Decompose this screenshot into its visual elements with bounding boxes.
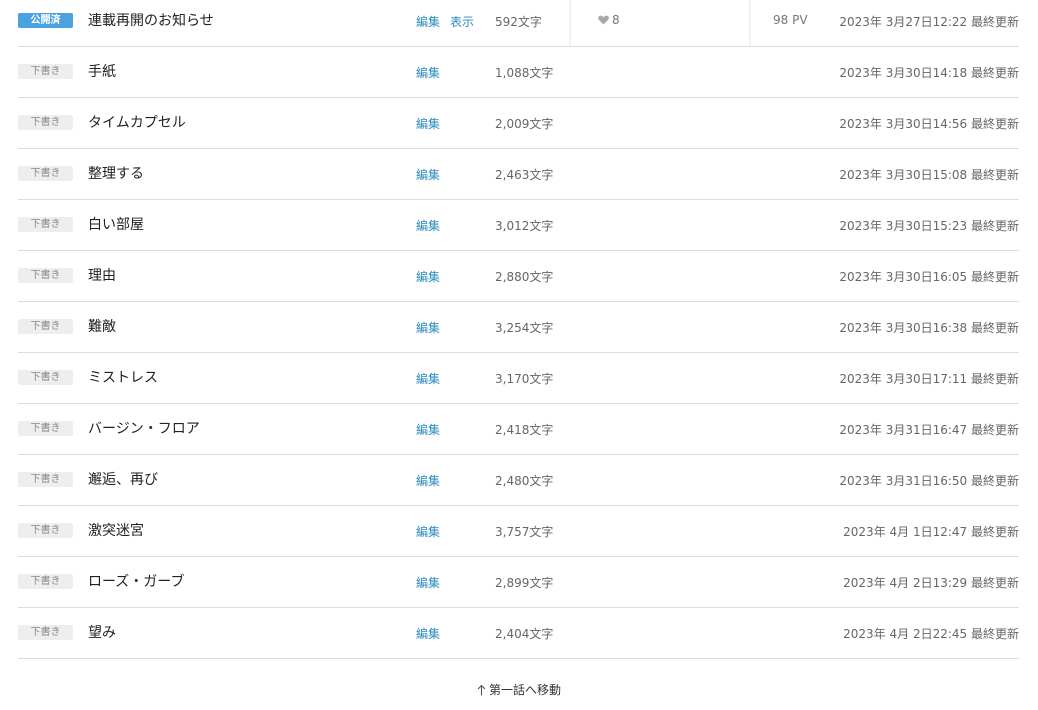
episode-title: ミストレス	[88, 370, 158, 386]
episode-title: 邂逅、再び	[88, 472, 158, 488]
status-badge-draft: 下書き	[18, 472, 73, 487]
episode-row: 下書き 邂逅、再び 編集 2,480文字 2023年 3月31日16:50 最終…	[18, 455, 1019, 506]
episode-row: 下書き ローズ・ガーブ 編集 2,899文字 2023年 4月 2日13:29 …	[18, 557, 1019, 608]
last-updated: 2023年 3月30日15:08 最終更新	[839, 168, 1019, 182]
edit-link[interactable]: 編集	[416, 268, 440, 285]
episode-title: 激突迷宮	[88, 523, 144, 539]
edit-link[interactable]: 編集	[416, 13, 440, 30]
char-count: 3,170文字	[495, 372, 554, 386]
char-count: 2,899文字	[495, 576, 554, 590]
back-to-first-episode-link[interactable]: 第一話へ移動	[0, 681, 1038, 698]
char-count: 3,757文字	[495, 525, 554, 539]
page-views: 98 PV	[773, 13, 808, 27]
last-updated: 2023年 3月30日17:11 最終更新	[839, 372, 1019, 386]
episode-title: ローズ・ガーブ	[88, 574, 185, 590]
char-count: 2,404文字	[495, 627, 554, 641]
last-updated: 2023年 4月 2日22:45 最終更新	[843, 627, 1019, 641]
status-badge-draft: 下書き	[18, 574, 73, 589]
status-badge-draft: 下書き	[18, 370, 73, 385]
episode-title: 連載再開のお知らせ	[88, 13, 214, 29]
status-badge-draft: 下書き	[18, 268, 73, 283]
status-badge-draft: 下書き	[18, 217, 73, 232]
last-updated: 2023年 3月31日16:47 最終更新	[839, 423, 1019, 437]
episode-title: 手紙	[88, 64, 116, 80]
likes-count: 8	[598, 13, 620, 27]
back-to-first-label: 第一話へ移動	[488, 683, 561, 697]
episode-title: 望み	[88, 625, 116, 641]
episode-row: 下書き 手紙 編集 1,088文字 2023年 3月30日14:18 最終更新	[18, 47, 1019, 98]
last-updated: 2023年 3月30日16:05 最終更新	[839, 270, 1019, 284]
last-updated: 2023年 4月 1日12:47 最終更新	[843, 525, 1019, 539]
episode-row: 下書き ミストレス 編集 3,170文字 2023年 3月30日17:11 最終…	[18, 353, 1019, 404]
edit-link[interactable]: 編集	[416, 625, 440, 642]
edit-link[interactable]: 編集	[416, 370, 440, 387]
char-count: 1,088文字	[495, 66, 554, 80]
episode-title: 理由	[88, 268, 116, 284]
episode-row: 下書き 激突迷宮 編集 3,757文字 2023年 4月 1日12:47 最終更…	[18, 506, 1019, 557]
likes-value: 8	[612, 13, 620, 27]
char-count: 3,254文字	[495, 321, 554, 335]
episode-row: 下書き 白い部屋 編集 3,012文字 2023年 3月30日15:23 最終更…	[18, 200, 1019, 251]
status-badge-draft: 下書き	[18, 421, 73, 436]
status-badge-draft: 下書き	[18, 166, 73, 181]
edit-link[interactable]: 編集	[416, 217, 440, 234]
status-badge-draft: 下書き	[18, 523, 73, 538]
last-updated: 2023年 3月30日16:38 最終更新	[839, 321, 1019, 335]
episode-title: 難敵	[88, 319, 116, 335]
edit-link[interactable]: 編集	[416, 166, 440, 183]
stats-divider	[749, 0, 751, 46]
char-count: 2,009文字	[495, 117, 554, 131]
episode-title: バージン・フロア	[88, 421, 200, 437]
last-updated: 2023年 3月30日14:18 最終更新	[839, 66, 1019, 80]
episode-row: 下書き 望み 編集 2,404文字 2023年 4月 2日22:45 最終更新	[18, 608, 1019, 659]
episode-list: 公開済 連載再開のお知らせ 編集 表示 592文字 8 98 PV 2023年 …	[18, 0, 1019, 659]
episode-row: 下書き 理由 編集 2,880文字 2023年 3月30日16:05 最終更新	[18, 251, 1019, 302]
status-badge-published: 公開済	[18, 13, 73, 28]
last-updated: 2023年 3月27日12:22 最終更新	[839, 15, 1019, 29]
status-badge-draft: 下書き	[18, 625, 73, 640]
edit-link[interactable]: 編集	[416, 421, 440, 438]
episode-title: タイムカプセル	[88, 115, 186, 131]
last-updated: 2023年 4月 2日13:29 最終更新	[843, 576, 1019, 590]
char-count: 592文字	[495, 15, 542, 29]
edit-link[interactable]: 編集	[416, 64, 440, 81]
char-count: 2,880文字	[495, 270, 554, 284]
status-badge-draft: 下書き	[18, 64, 73, 79]
stats-divider	[569, 0, 571, 46]
view-link[interactable]: 表示	[450, 13, 474, 30]
edit-link[interactable]: 編集	[416, 523, 440, 540]
edit-link[interactable]: 編集	[416, 574, 440, 591]
edit-link[interactable]: 編集	[416, 115, 440, 132]
episode-row: 公開済 連載再開のお知らせ 編集 表示 592文字 8 98 PV 2023年 …	[18, 0, 1019, 47]
edit-link[interactable]: 編集	[416, 472, 440, 489]
char-count: 3,012文字	[495, 219, 554, 233]
episode-title: 白い部屋	[88, 217, 144, 233]
char-count: 2,418文字	[495, 423, 554, 437]
last-updated: 2023年 3月30日15:23 最終更新	[839, 219, 1019, 233]
episode-row: 下書き 整理する 編集 2,463文字 2023年 3月30日15:08 最終更…	[18, 149, 1019, 200]
edit-link[interactable]: 編集	[416, 319, 440, 336]
last-updated: 2023年 3月31日16:50 最終更新	[839, 474, 1019, 488]
heart-icon	[598, 15, 609, 25]
arrow-up-icon	[477, 685, 486, 696]
char-count: 2,480文字	[495, 474, 554, 488]
episode-title: 整理する	[88, 166, 144, 182]
episode-row: 下書き バージン・フロア 編集 2,418文字 2023年 3月31日16:47…	[18, 404, 1019, 455]
status-badge-draft: 下書き	[18, 319, 73, 334]
episode-row: 下書き タイムカプセル 編集 2,009文字 2023年 3月30日14:56 …	[18, 98, 1019, 149]
episode-row: 下書き 難敵 編集 3,254文字 2023年 3月30日16:38 最終更新	[18, 302, 1019, 353]
last-updated: 2023年 3月30日14:56 最終更新	[839, 117, 1019, 131]
status-badge-draft: 下書き	[18, 115, 73, 130]
char-count: 2,463文字	[495, 168, 554, 182]
